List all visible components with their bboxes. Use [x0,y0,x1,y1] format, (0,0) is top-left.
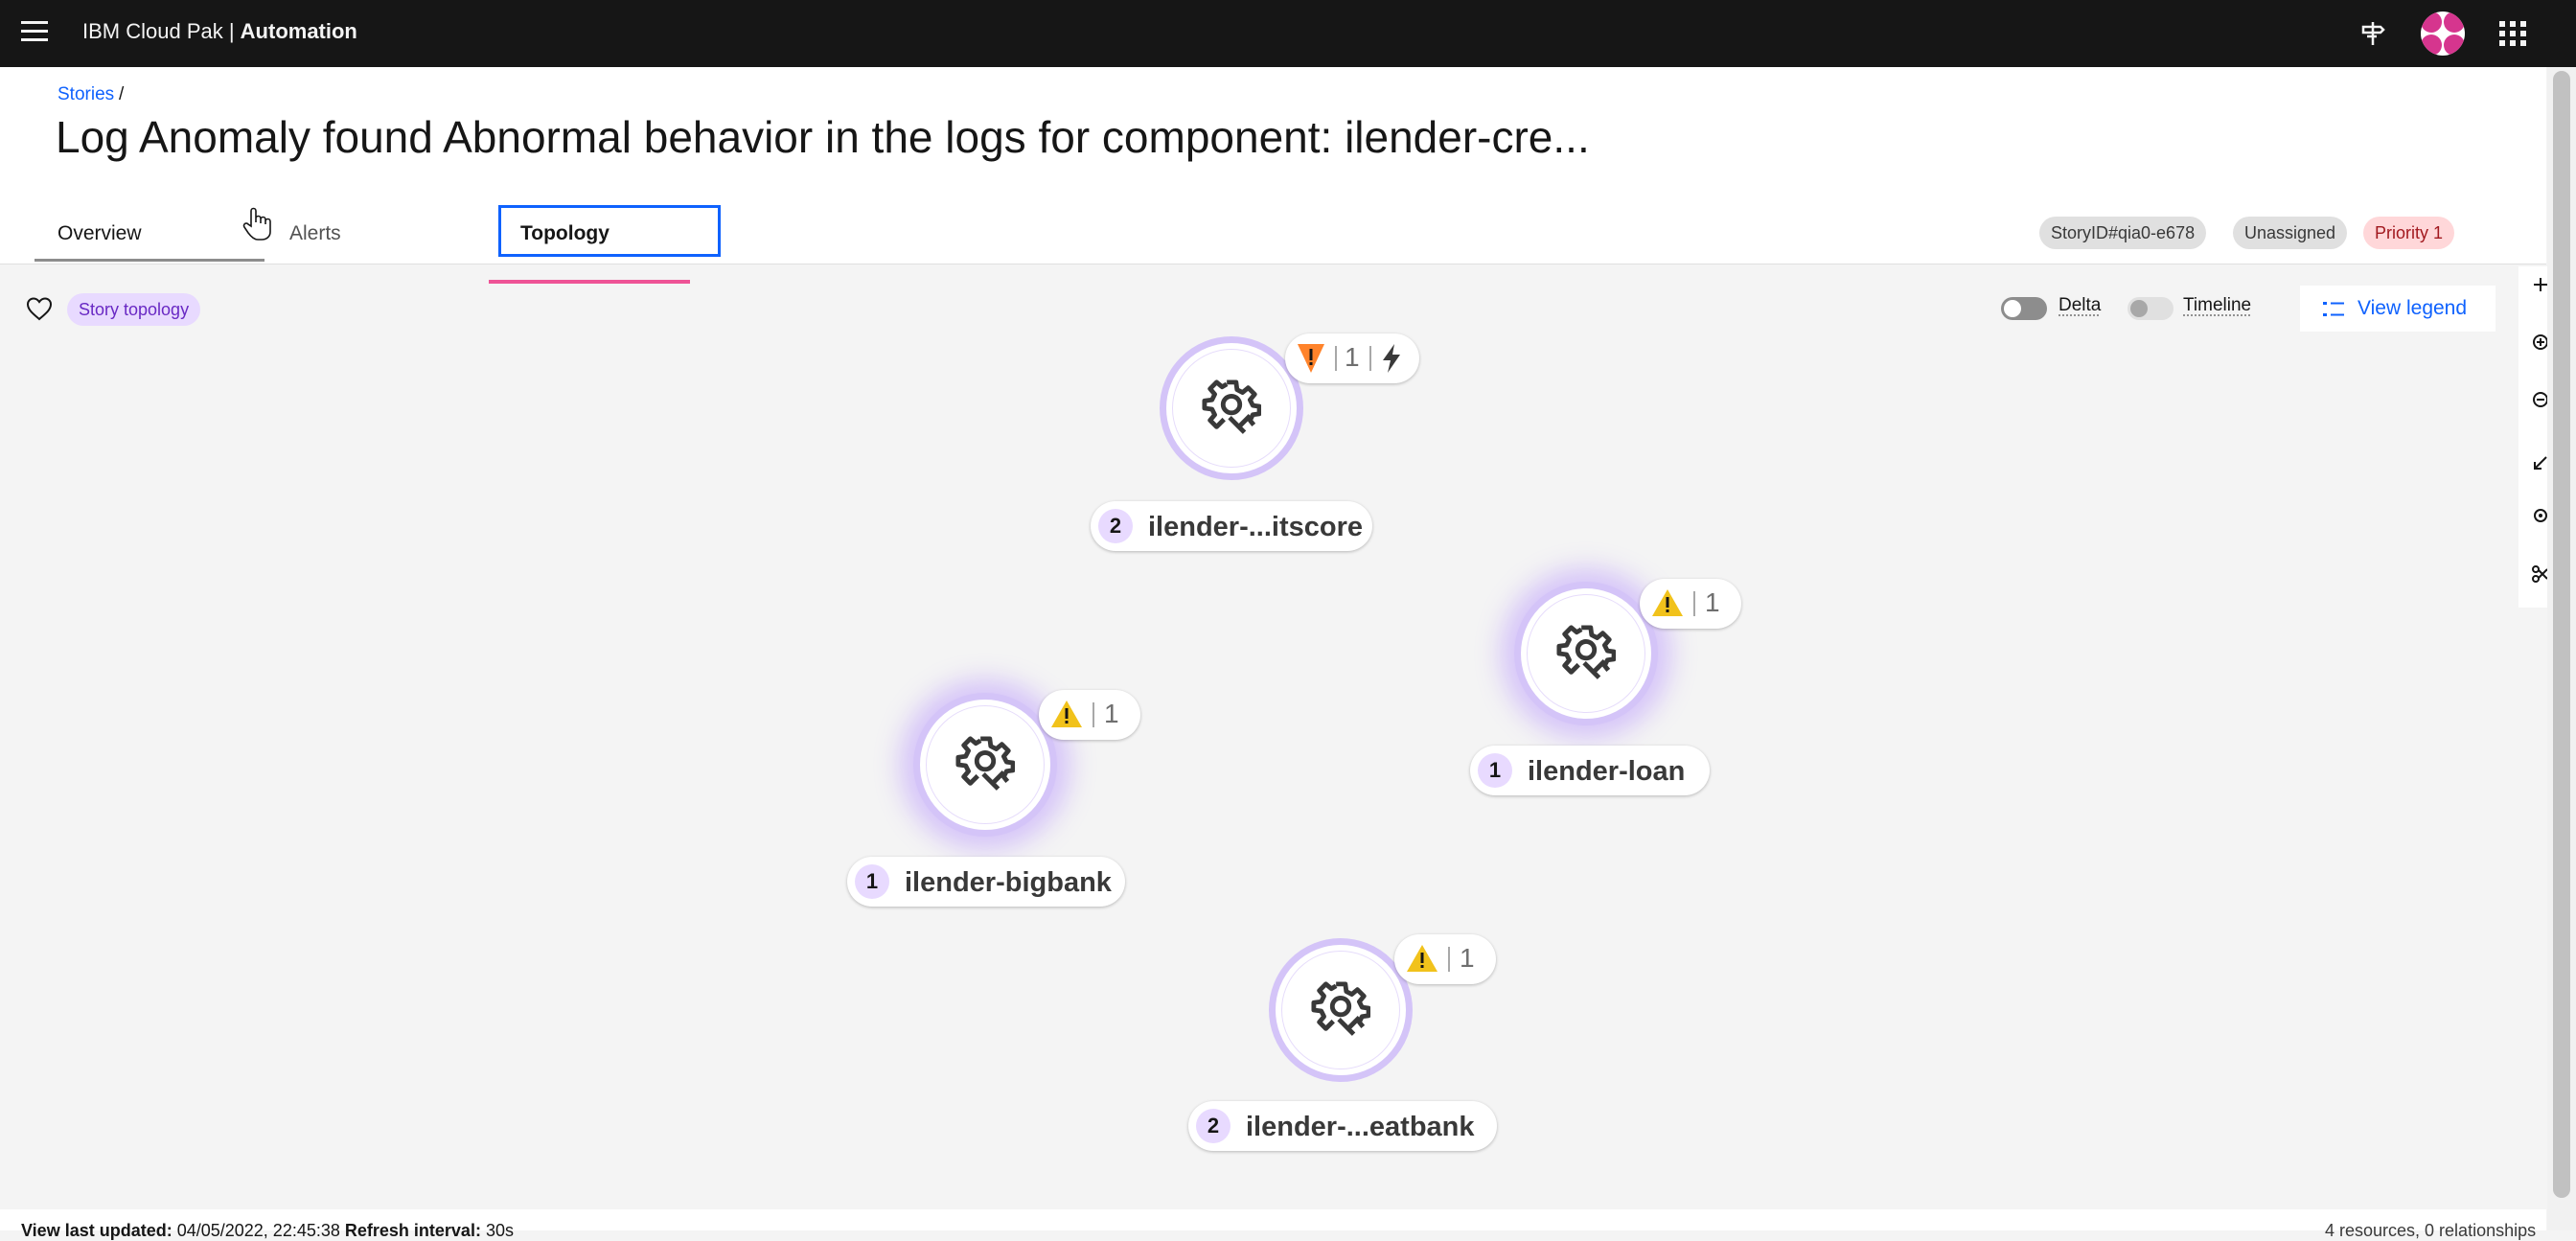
tab-alerts[interactable]: Alerts [289,222,341,245]
warning-triangle-icon [1407,945,1438,972]
alert-badge-eatbank[interactable]: 1 [1394,934,1496,984]
app-switcher-icon[interactable] [2499,21,2526,46]
page-header: Stories / Log Anomaly found Abnormal beh… [0,67,2546,284]
view-legend-button[interactable]: View legend [2300,286,2496,332]
topology-node-itscore[interactable] [1160,336,1303,480]
story-topology-tag: Story topology [67,293,201,326]
product-brand[interactable]: IBM Cloud Pak | Automation [82,19,357,44]
group-count: 1 [1478,753,1512,788]
hamburger-menu-icon[interactable] [21,21,48,46]
node-label-bigbank[interactable]: 1 ilender-bigbank [847,857,1125,907]
alert-badge-loan[interactable]: 1 [1640,579,1741,629]
favorite-heart-icon[interactable] [25,295,54,322]
group-count: 2 [1196,1109,1230,1143]
last-updated-label: View last updated: [21,1221,172,1240]
assignee-tag: Unassigned [2233,217,2348,249]
view-legend-label: View legend [2358,297,2468,319]
node-name: ilender-loan [1528,756,1686,787]
node-label-loan[interactable]: 1 ilender-loan [1470,746,1710,795]
timeline-label: Timeline [2183,295,2252,315]
group-count: 2 [1098,509,1133,543]
last-updated-status: View last updated: 04/05/2022, 22:45:38 … [21,1221,514,1241]
user-avatar[interactable] [2421,11,2465,56]
breadcrumb-stories-link[interactable]: Stories [58,84,114,105]
topology-node-eatbank[interactable] [1269,938,1413,1082]
vertical-scrollbar[interactable] [2547,67,2576,1230]
breadcrumb-separator: / [119,84,125,104]
scrollbar-thumb[interactable] [2553,71,2570,1198]
resource-summary: 4 resources, 0 relationships [2325,1221,2537,1240]
node-label-itscore[interactable]: 2 ilender-...itscore [1091,501,1372,551]
warning-triangle-icon [1652,589,1683,616]
selected-tab-indicator [489,280,690,284]
topology-node-loan[interactable] [1514,582,1658,725]
status-footer: View last updated: 04/05/2022, 22:45:38 … [0,1209,2546,1240]
microservice-gear-icon [955,736,1015,791]
node-name: ilender-bigbank [905,867,1112,898]
alert-badge-itscore[interactable]: 1 [1285,333,1419,383]
story-id-tag: StoryID#qia0-e678 [2039,217,2207,249]
node-name: ilender-...itscore [1148,512,1364,542]
priority-tag: Priority 1 [2363,217,2455,249]
tab-topology[interactable]: Topology [498,205,721,257]
tab-topology-label: Topology [520,222,610,244]
microservice-gear-icon [1311,981,1370,1036]
alert-count: 1 [1460,943,1475,973]
delta-label: Delta [2058,295,2102,315]
brand-name: Automation [240,19,357,43]
brand-prefix: IBM Cloud Pak | [82,19,241,43]
hand-cursor-icon [242,207,272,241]
node-name: ilender-...eatbank [1246,1112,1475,1142]
guided-tour-icon[interactable] [2356,16,2390,51]
topology-side-toolbar [2518,266,2548,608]
top-navigation-bar: IBM Cloud Pak | Automation [0,0,2576,67]
major-severity-icon [1298,344,1324,373]
group-count: 1 [855,864,889,899]
timeline-toggle[interactable] [2128,297,2174,320]
tab-underline [34,259,264,262]
last-updated-value: 04/05/2022, 22:45:38 [176,1221,340,1240]
tab-overview[interactable]: Overview [58,222,142,245]
page-title: Log Anomaly found Abnormal behavior in t… [56,112,1590,162]
topology-node-bigbank[interactable] [913,693,1057,837]
alert-count: 1 [1345,342,1360,372]
list-icon [2323,302,2344,316]
delta-toggle[interactable] [2001,297,2047,320]
alert-count: 1 [1705,587,1720,617]
microservice-gear-icon [1202,379,1261,434]
alert-count: 1 [1104,699,1119,728]
refresh-interval-value: 30s [485,1221,514,1240]
node-label-eatbank[interactable]: 2 ilender-...eatbank [1188,1101,1497,1151]
warning-triangle-icon [1051,701,1082,727]
refresh-interval-label: Refresh interval: [344,1221,481,1240]
lightning-icon [1383,344,1400,373]
microservice-gear-icon [1556,625,1616,679]
alert-badge-bigbank[interactable]: 1 [1039,690,1140,740]
